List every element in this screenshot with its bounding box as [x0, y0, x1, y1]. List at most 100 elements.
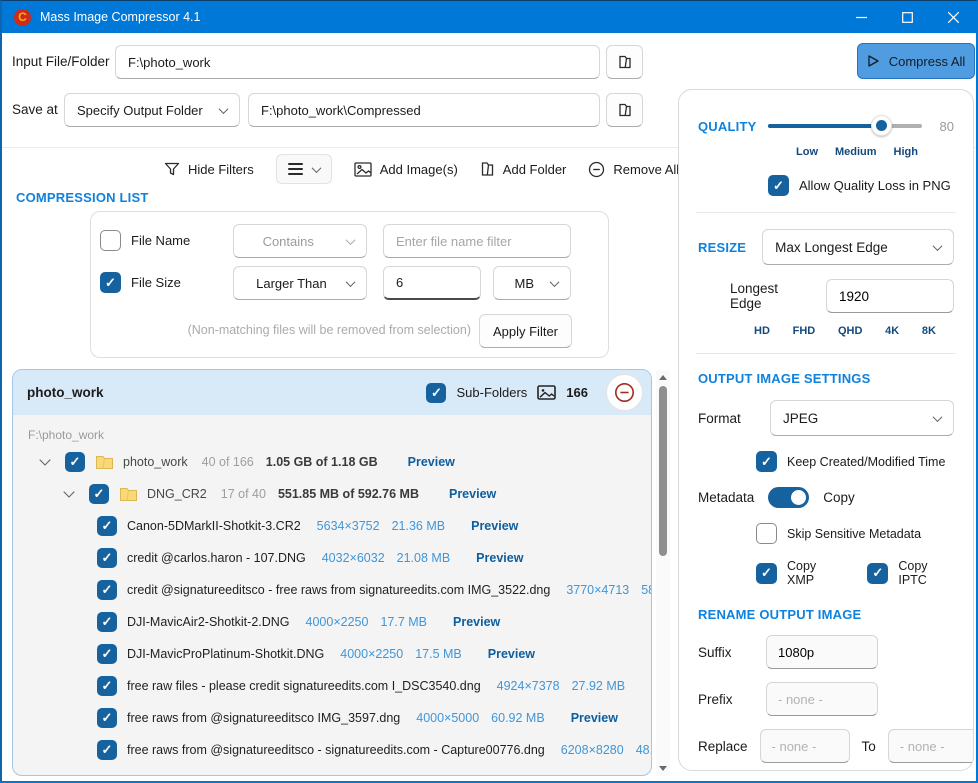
- size-value-input[interactable]: [396, 275, 468, 290]
- checkbox-checked-icon: ✓: [768, 175, 789, 196]
- input-browse-button[interactable]: [606, 45, 643, 79]
- file-name-filter-checkbox[interactable]: File Name: [100, 230, 190, 251]
- checkbox-checked-icon: ✓: [97, 548, 117, 568]
- size-compare-select[interactable]: Larger Than: [233, 266, 367, 300]
- tree-folder-row[interactable]: ✓ DNG_CR2 17 of 40 551.85 MB of 592.76 M…: [13, 478, 651, 510]
- apply-filter-button[interactable]: Apply Filter: [479, 314, 572, 348]
- tick-high[interactable]: High: [894, 146, 918, 158]
- copy-xmp-checkbox[interactable]: ✓ Copy XMP: [756, 559, 841, 587]
- preview-link[interactable]: Preview: [449, 487, 496, 501]
- preview-link[interactable]: Preview: [408, 455, 455, 469]
- longest-edge-input[interactable]: [826, 279, 954, 313]
- preset-hd[interactable]: HD: [754, 325, 770, 337]
- png-quality-loss-label: Allow Quality Loss in PNG: [799, 178, 951, 193]
- file-row[interactable]: ✓ DJI-MavicProPlatinum-Shotkit.DNG 4000×…: [13, 638, 651, 670]
- scroll-down-arrow[interactable]: [659, 766, 667, 771]
- compress-all-button[interactable]: Compress All: [857, 43, 975, 79]
- file-dimensions: 4924×7378: [497, 679, 560, 693]
- filter-note: (Non-matching files will be removed from…: [151, 323, 471, 337]
- quality-slider[interactable]: [768, 116, 922, 136]
- tick-low[interactable]: Low: [796, 146, 818, 158]
- file-list-panel: photo_work ✓ Sub-Folders 166 F:\photo_wo…: [12, 369, 652, 776]
- list-scrollbar[interactable]: [656, 370, 670, 776]
- keep-time-checkbox[interactable]: ✓ Keep Created/Modified Time: [756, 451, 954, 472]
- name-match-select[interactable]: Contains: [233, 224, 367, 258]
- file-row[interactable]: ✓ DJI-MavicAir2-Shotkit-2.DNG 4000×2250 …: [13, 606, 651, 638]
- minimize-button[interactable]: [838, 1, 884, 33]
- remove-all-button[interactable]: Remove All: [588, 161, 679, 178]
- input-path-field[interactable]: [115, 45, 600, 79]
- size-value-field[interactable]: [383, 266, 481, 300]
- close-button[interactable]: [930, 1, 976, 33]
- save-path-value[interactable]: [261, 103, 587, 118]
- resize-presets: HD FHD QHD 4K 8K: [754, 325, 936, 337]
- maximize-button[interactable]: [884, 1, 930, 33]
- file-size: 58.39 MB: [641, 583, 652, 597]
- resize-mode-select[interactable]: Max Longest Edge: [762, 229, 954, 265]
- checkbox-checked-icon: ✓: [97, 580, 117, 600]
- folder-browse-icon: [617, 102, 633, 118]
- png-quality-loss-checkbox[interactable]: ✓ Allow Quality Loss in PNG: [768, 175, 954, 196]
- suffix-input[interactable]: [766, 635, 878, 669]
- preview-link[interactable]: Preview: [453, 615, 500, 629]
- group-title: photo_work: [27, 385, 104, 400]
- file-row[interactable]: ✓ free raw files - please credit signatu…: [13, 670, 651, 702]
- input-file-label: Input File/Folder: [12, 54, 110, 69]
- replace-input[interactable]: [760, 729, 850, 763]
- preset-qhd[interactable]: QHD: [838, 325, 862, 337]
- skip-sensitive-checkbox[interactable]: Skip Sensitive Metadata: [756, 523, 954, 544]
- add-images-button[interactable]: Add Image(s): [354, 162, 458, 177]
- save-mode-select[interactable]: Specify Output Folder: [64, 93, 240, 127]
- file-size-filter-checkbox[interactable]: ✓ File Size: [100, 272, 181, 293]
- scroll-up-arrow[interactable]: [659, 375, 667, 380]
- filter-funnel-icon: [164, 162, 180, 177]
- compression-list-title: COMPRESSION LIST: [16, 190, 149, 205]
- preview-link[interactable]: Preview: [571, 711, 618, 725]
- copy-iptc-checkbox[interactable]: ✓ Copy IPTC: [867, 559, 954, 587]
- resize-label: RESIZE: [698, 240, 746, 255]
- preset-8k[interactable]: 8K: [922, 325, 936, 337]
- metadata-toggle[interactable]: [768, 487, 809, 508]
- preview-link[interactable]: Preview: [476, 551, 523, 565]
- input-path-value[interactable]: [128, 55, 587, 70]
- preview-link[interactable]: Preview: [651, 679, 652, 693]
- file-row[interactable]: ✓ credit @signatureeditsco - free raws f…: [13, 574, 651, 606]
- preset-4k[interactable]: 4K: [885, 325, 899, 337]
- add-folder-button[interactable]: Add Folder: [480, 161, 567, 177]
- chevron-expand-icon[interactable]: [63, 486, 74, 497]
- scrollbar-thumb[interactable]: [659, 386, 667, 556]
- preset-fhd[interactable]: FHD: [793, 325, 816, 337]
- preview-link[interactable]: Preview: [488, 647, 535, 661]
- file-row[interactable]: ✓ credit @carlos.haron - 107.DNG 4032×60…: [13, 542, 651, 574]
- slider-thumb[interactable]: [871, 115, 892, 136]
- subfolders-checkbox[interactable]: ✓ Sub-Folders: [426, 383, 527, 403]
- file-dimensions: 6208×8280: [561, 743, 624, 757]
- folder-size: 1.05 GB of 1.18 GB: [266, 455, 378, 469]
- remove-all-label: Remove All: [613, 162, 679, 177]
- file-row[interactable]: ✓ Canon-5DMarkII-Shotkit-3.CR2 5634×3752…: [13, 510, 651, 542]
- replace-to-input[interactable]: [888, 729, 974, 763]
- image-count: 166: [537, 385, 588, 400]
- hide-filters-button[interactable]: Hide Filters: [164, 162, 254, 177]
- tick-medium[interactable]: Medium: [835, 146, 877, 158]
- list-menu-button[interactable]: [276, 154, 332, 184]
- file-dimensions: 4000×2250: [340, 647, 403, 661]
- save-browse-button[interactable]: [606, 93, 643, 127]
- file-row[interactable]: ✓ free raws from @signatureeditsco - sig…: [13, 734, 651, 766]
- subfolders-label: Sub-Folders: [456, 385, 527, 400]
- name-filter-input[interactable]: [396, 234, 558, 249]
- save-path-field[interactable]: [248, 93, 600, 127]
- file-row[interactable]: ✓ free raws from @signatureeditsco IMG_3…: [13, 702, 651, 734]
- tree-folder-row[interactable]: ✓ photo_work 40 of 166 1.05 GB of 1.18 G…: [13, 446, 651, 478]
- copy-iptc-label: Copy IPTC: [898, 559, 954, 587]
- format-select[interactable]: JPEG: [770, 400, 954, 436]
- remove-group-button[interactable]: [606, 374, 643, 411]
- chevron-expand-icon[interactable]: [39, 454, 50, 465]
- file-name-filter-label: File Name: [131, 233, 190, 248]
- preview-link[interactable]: Preview: [471, 519, 518, 533]
- prefix-input[interactable]: [766, 682, 878, 716]
- chevron-down-icon: [219, 104, 229, 114]
- quality-value: 80: [934, 119, 954, 134]
- name-filter-field[interactable]: [383, 224, 571, 258]
- size-unit-select[interactable]: MB: [493, 266, 571, 300]
